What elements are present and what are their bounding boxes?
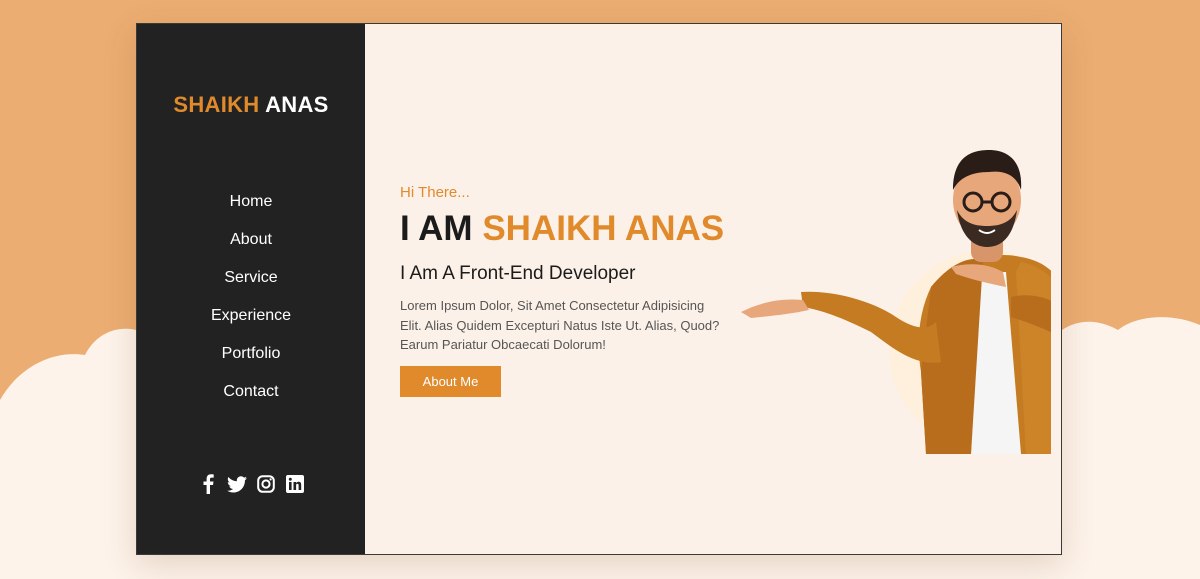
portfolio-card: SHAIKH ANAS Home About Service Experienc… [136,23,1062,555]
hero-greeting: Hi There... [400,184,470,201]
hero-headline: I AM SHAIKH ANAS [400,209,724,249]
hero-section: Hi There... I AM SHAIKH ANAS I Am A Fron… [365,24,1061,554]
nav-item-home[interactable]: Home [137,188,365,226]
hero-description: Lorem Ipsum Dolor, Sit Amet Consectetur … [400,298,720,352]
profile-photo [741,150,1051,454]
nav-menu: Home About Service Experience Portfolio … [137,188,365,416]
twitter-icon[interactable] [226,473,247,495]
nav-item-service[interactable]: Service [137,264,365,302]
headline-prefix: I AM [400,209,473,248]
headline-name: SHAIKH ANAS [482,209,725,248]
brand-last-name: ANAS [265,92,329,117]
instagram-icon[interactable] [256,473,276,495]
facebook-icon[interactable] [198,473,218,495]
linkedin-icon[interactable] [285,473,305,495]
hero-subtitle: I Am A Front-End Developer [400,263,636,284]
social-links [137,473,365,495]
nav-item-experience[interactable]: Experience [137,302,365,340]
nav-item-portfolio[interactable]: Portfolio [137,340,365,378]
about-me-button[interactable]: About Me [400,366,501,397]
nav-item-about[interactable]: About [137,226,365,264]
brand-logo[interactable]: SHAIKH ANAS [137,92,365,118]
sidebar: SHAIKH ANAS Home About Service Experienc… [137,24,365,554]
nav-item-contact[interactable]: Contact [137,378,365,416]
brand-first-name: SHAIKH [173,92,260,117]
